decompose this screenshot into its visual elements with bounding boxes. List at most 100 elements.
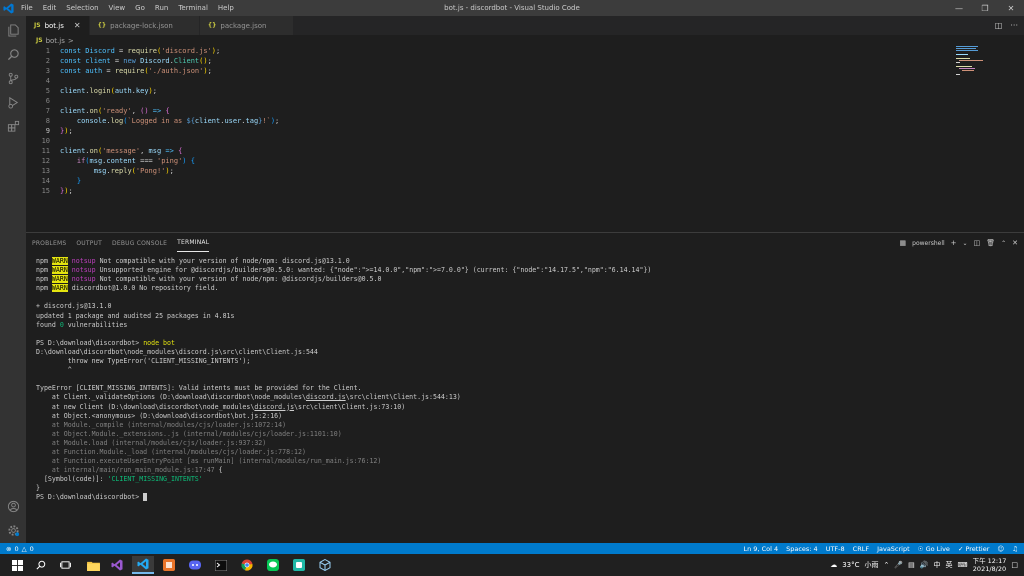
menu-go[interactable]: Go (130, 4, 150, 12)
encoding[interactable]: UTF-8 (826, 545, 845, 553)
tab-label: package-lock.json (110, 21, 173, 30)
terminal-shell-label[interactable]: powershell (912, 240, 945, 247)
json-file-icon: {} (97, 22, 107, 29)
terminal-line: D:\download\discordbot\node_modules\disc… (36, 347, 318, 356)
task-view-icon[interactable] (54, 556, 76, 574)
menu-run[interactable]: Run (150, 4, 173, 12)
terminal-line: npm WARN discordbot@1.0.0 No repository … (36, 284, 219, 293)
maximize-panel-icon[interactable]: ⌃ (1001, 240, 1006, 247)
chevron-down-icon[interactable]: ⌄ (963, 240, 968, 247)
menu-help[interactable]: Help (213, 4, 239, 12)
close-tab-icon[interactable]: ✕ (74, 21, 81, 30)
terminal-line: + discord.js@13.1.0 (36, 302, 112, 311)
line-icon[interactable] (262, 556, 284, 574)
status-bar: ⊗ 0 △ 0 Ln 9, Col 4 Spaces: 4 UTF-8 CRLF… (0, 543, 1024, 554)
minimize-icon[interactable]: — (946, 0, 972, 16)
breadcrumb-file[interactable]: bot.js (46, 37, 65, 45)
input-method[interactable]: 中 (933, 560, 940, 570)
settings-gear-icon[interactable] (0, 518, 26, 542)
code-line: 4 (45, 77, 50, 85)
chevron-up-icon[interactable]: ⌃ (884, 561, 890, 569)
terminal-line: at new Client (D:\download\discordbot\no… (36, 402, 406, 411)
minimap[interactable] (956, 46, 1006, 86)
menu-edit[interactable]: Edit (38, 4, 62, 12)
weather-status[interactable]: 小雨 (865, 560, 879, 570)
warning-count: 0 (29, 544, 34, 553)
new-terminal-icon[interactable]: + (951, 239, 957, 247)
microphone-icon[interactable]: 🎤 (894, 561, 903, 569)
prettier-button[interactable]: ✓ Prettier (958, 545, 989, 553)
explorer-icon[interactable] (0, 18, 26, 42)
windows-start-icon[interactable] (6, 556, 28, 574)
network-icon[interactable]: ▤ (908, 561, 915, 569)
code-line: 6 (45, 97, 50, 105)
terminal-app-icon[interactable] (210, 556, 232, 574)
code-editor[interactable]: 1 const Discord = require('discord.js'); … (26, 46, 1024, 232)
split-editor-icon[interactable]: ◫ (995, 21, 1003, 30)
clock[interactable]: 下午 12:17 2021/8/20 (973, 557, 1007, 573)
volume-icon[interactable]: 🔊 (920, 561, 929, 569)
weather-cloud-icon[interactable]: ☁ (830, 561, 837, 569)
error-icon: ⊗ (6, 544, 12, 553)
menu-selection[interactable]: Selection (61, 4, 103, 12)
breadcrumb-separator: > (67, 36, 74, 45)
split-terminal-icon[interactable]: ◫ (974, 239, 981, 247)
system-tray: ☁ 33°C 小雨 ⌃ 🎤 ▤ 🔊 中 英 ⌨ 下午 12:17 2021/8/… (830, 554, 1018, 576)
cursor-position[interactable]: Ln 9, Col 4 (744, 545, 779, 553)
warning-icon: △ (21, 544, 27, 553)
terminal-line: ^ (36, 366, 72, 375)
menu-view[interactable]: View (104, 4, 131, 12)
code-line: 14 } (41, 177, 82, 185)
extensions-icon[interactable] (0, 114, 26, 138)
javascript-file-icon: JS (34, 22, 41, 29)
terminal-line: at internal/main/run_main_module.js:17:4… (36, 466, 223, 475)
account-icon[interactable] (0, 494, 26, 518)
go-live-button[interactable]: ☉ Go Live (918, 545, 950, 553)
source-control-icon[interactable] (0, 66, 26, 90)
search-icon[interactable] (0, 42, 26, 66)
tab-terminal[interactable]: TERMINAL (177, 234, 210, 252)
tab-output[interactable]: OUTPUT (76, 235, 102, 252)
app-orange-icon[interactable] (158, 556, 180, 574)
menu-file[interactable]: File (16, 4, 38, 12)
close-window-icon[interactable]: ✕ (998, 0, 1024, 16)
file-explorer-icon[interactable] (82, 556, 104, 574)
vscode-taskbar-icon[interactable] (132, 556, 154, 574)
terminal-prompt[interactable]: PS D:\download\discordbot> (36, 493, 1016, 502)
temperature[interactable]: 33°C (842, 561, 859, 569)
notifications-bell-icon[interactable]: ♫ (1012, 545, 1018, 553)
visual-studio-icon[interactable] (106, 556, 128, 574)
terminal-line: at Module._compile (internal/modules/cjs… (36, 420, 287, 429)
terminal-output[interactable]: npm WARN notsup Not compatible with your… (36, 257, 1016, 537)
tab-debug-console[interactable]: DEBUG CONSOLE (112, 235, 167, 252)
trash-icon[interactable]: 🗑 (986, 239, 995, 247)
indentation[interactable]: Spaces: 4 (786, 545, 818, 553)
line-ending[interactable]: CRLF (853, 545, 869, 553)
code-line: 7 client.on('ready', () => { (45, 107, 170, 115)
status-right: Ln 9, Col 4 Spaces: 4 UTF-8 CRLF JavaScr… (744, 543, 1019, 554)
tab-bot-js[interactable]: JS bot.js ✕ (26, 16, 90, 35)
language-mode[interactable]: JavaScript (877, 545, 910, 553)
close-panel-icon[interactable]: ✕ (1012, 239, 1018, 247)
app-teal-icon[interactable] (288, 556, 310, 574)
tab-package-json[interactable]: {} package.json (199, 16, 294, 35)
terminal-shell-icon: ▦ (899, 239, 907, 247)
language-indicator[interactable]: 英 (945, 560, 952, 570)
restore-icon[interactable]: ❐ (972, 0, 998, 16)
keyboard-icon[interactable]: ⌨ (957, 561, 967, 569)
more-actions-icon[interactable]: ··· (1010, 21, 1018, 30)
feedback-icon[interactable]: ☺ (997, 545, 1004, 553)
tab-package-lock-json[interactable]: {} package-lock.json (89, 16, 200, 35)
vscode-icon[interactable] (0, 0, 16, 16)
taskbar-search-icon[interactable] (30, 556, 52, 574)
notification-center-icon[interactable]: □ (1011, 561, 1018, 569)
run-debug-icon[interactable] (0, 90, 26, 114)
discord-icon[interactable] (184, 556, 206, 574)
menu-terminal[interactable]: Terminal (173, 4, 213, 12)
problems-status[interactable]: ⊗ 0 △ 0 (6, 543, 34, 554)
3d-viewer-icon[interactable] (314, 556, 336, 574)
windows-taskbar: ☁ 33°C 小雨 ⌃ 🎤 ▤ 🔊 中 英 ⌨ 下午 12:17 2021/8/… (0, 554, 1024, 576)
tab-problems[interactable]: PROBLEMS (32, 235, 66, 252)
chrome-icon[interactable] (236, 556, 258, 574)
